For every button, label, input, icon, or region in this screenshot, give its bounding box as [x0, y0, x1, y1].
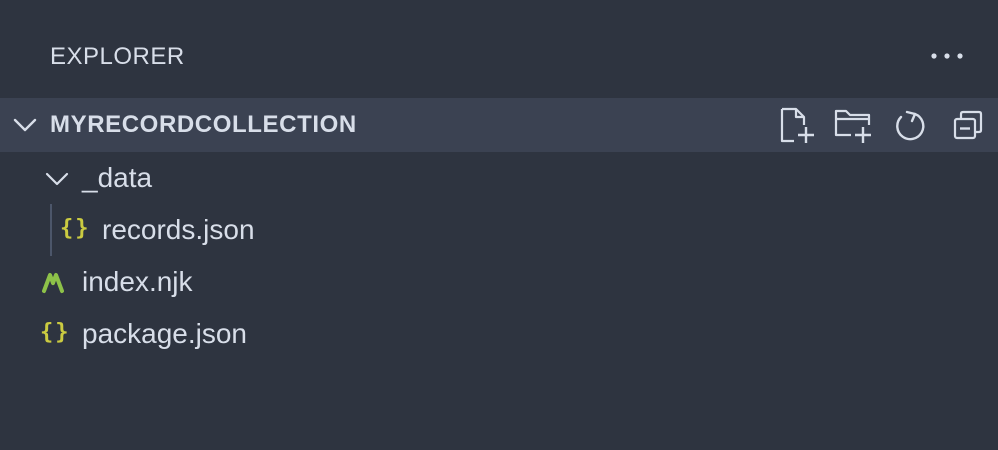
json-icon: {} [40, 320, 71, 345]
workspace-section-header[interactable]: MYRECORDCOLLECTION [0, 98, 998, 152]
file-label: package.json [82, 318, 248, 349]
more-actions-button[interactable] [924, 36, 970, 76]
collapse-all-icon [953, 110, 983, 140]
tree-item-records-json[interactable]: {} records.json [0, 204, 998, 256]
refresh-button[interactable] [890, 106, 930, 144]
explorer-header: EXPLORER [0, 0, 998, 98]
refresh-icon [896, 110, 925, 141]
chevron-down-icon [45, 172, 69, 186]
explorer-panel: EXPLORER MYRECORDCOLLECTION _data {} rec… [0, 0, 998, 450]
file-label: records.json [102, 214, 255, 245]
tree-item-package-json[interactable]: {} package.json [0, 308, 998, 360]
new-folder-button[interactable] [833, 106, 873, 144]
json-icon: {} [60, 216, 91, 241]
new-file-button[interactable] [777, 106, 817, 144]
ellipsis-icon [931, 53, 963, 59]
explorer-title: EXPLORER [50, 43, 185, 70]
nunjucks-icon [42, 273, 64, 293]
folder-label: _data [82, 162, 153, 193]
tree-item-index-njk[interactable]: index.njk [0, 256, 998, 308]
new-file-icon [780, 107, 814, 143]
new-folder-icon [834, 109, 871, 143]
collapse-all-button[interactable] [948, 106, 988, 144]
workspace-name: MYRECORDCOLLECTION [50, 111, 357, 138]
tree-item-data-folder[interactable]: _data [0, 152, 998, 204]
chevron-down-icon [13, 118, 37, 132]
file-label: index.njk [82, 266, 193, 297]
